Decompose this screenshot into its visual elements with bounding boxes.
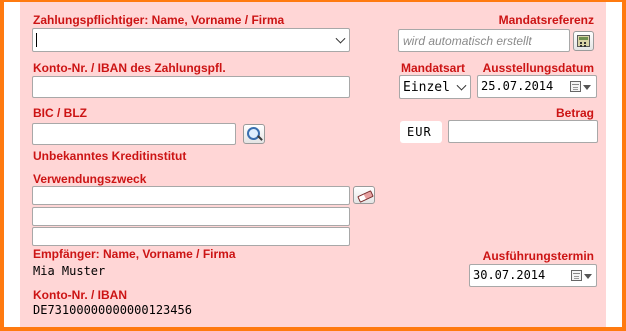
dropdown-arrow-icon [583, 85, 591, 90]
payer-account-input[interactable] [32, 76, 350, 98]
mandate-reference-field[interactable]: wird automatisch erstellt [398, 29, 570, 52]
payer-label: Zahlungspflichtiger: Name, Vorname / Fir… [33, 13, 285, 27]
mandate-type-label: Mandatsart [401, 61, 466, 75]
bic-label: BIC / BLZ [33, 106, 87, 120]
recipient-value: Mia Muster [33, 264, 106, 278]
purpose-line-2[interactable] [32, 207, 350, 226]
currency-value: EUR [407, 125, 432, 139]
recipient-label: Empfänger: Name, Vorname / Firma [33, 247, 236, 261]
purpose-line-1[interactable] [32, 186, 350, 205]
issue-date-label: Ausstellungsdatum [482, 61, 594, 75]
clear-purpose-button[interactable] [353, 186, 375, 204]
payer-select[interactable] [32, 28, 350, 52]
bic-input[interactable] [32, 123, 236, 145]
calendar-icon[interactable] [570, 81, 581, 92]
calculator-icon [577, 35, 590, 47]
issue-date-input[interactable]: 25.07.2014 [477, 75, 597, 98]
mandate-reference-placeholder: wird automatisch erstellt [403, 34, 532, 48]
chevron-down-icon [456, 80, 467, 91]
recipient-account-value: DE73100000000000123456 [33, 303, 192, 317]
purpose-label: Verwendungszweck [33, 172, 147, 186]
execution-date-input[interactable]: 30.07.2014 [469, 264, 597, 287]
currency-badge: EUR [400, 121, 442, 143]
mandate-type-select[interactable]: Einzel [399, 75, 471, 99]
amount-input[interactable] [448, 120, 598, 143]
dropdown-arrow-icon [584, 274, 592, 279]
amount-label: Betrag [555, 106, 594, 120]
mandate-type-value: Einzel [403, 80, 450, 95]
execution-date-value: 30.07.2014 [473, 268, 546, 282]
text-cursor [36, 33, 37, 47]
recipient-account-label: Konto-Nr. / IBAN [33, 288, 127, 302]
mandate-reference-label: Mandatsreferenz [498, 13, 594, 27]
purpose-line-3[interactable] [32, 227, 350, 246]
calendar-icon[interactable] [571, 270, 582, 281]
bank-status-text: Unbekanntes Kreditinstitut [33, 149, 187, 163]
chevron-down-icon [335, 33, 346, 44]
generate-reference-button[interactable] [573, 31, 594, 51]
bank-search-button[interactable] [243, 124, 265, 144]
eraser-icon [357, 190, 374, 203]
issue-date-value: 25.07.2014 [481, 79, 554, 93]
execution-date-label: Ausführungstermin [482, 249, 594, 263]
payer-account-label: Konto-Nr. / IBAN des Zahlungspfl. [33, 61, 226, 75]
